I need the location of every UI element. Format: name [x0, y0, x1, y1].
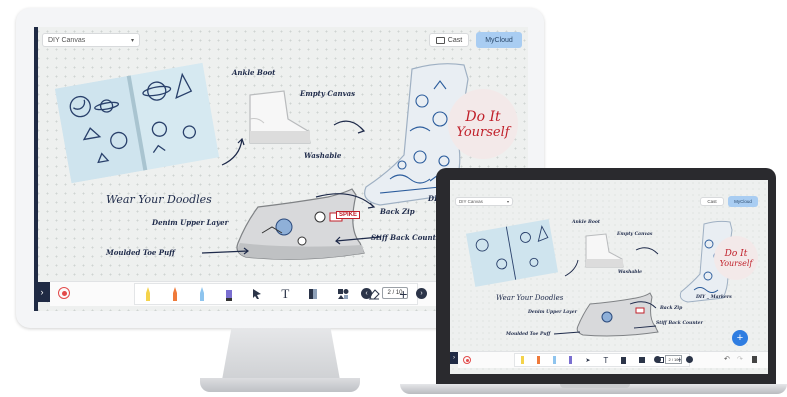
orange-marker-icon[interactable]: [171, 287, 179, 301]
record-icon: [61, 290, 67, 296]
trash-icon[interactable]: [752, 356, 757, 363]
text-icon[interactable]: T: [281, 286, 289, 302]
record-button[interactable]: [58, 287, 70, 299]
pointer-icon[interactable]: [252, 288, 262, 300]
chevron-right-icon: ›: [40, 287, 44, 297]
undo-icon[interactable]: ↶: [724, 355, 730, 363]
laptop-screen: DIY Canvas ▾ Cast MyCloud Do It Yourself…: [450, 180, 768, 374]
laptop-toolbar: ➤ T + 2 / 10 ↶ ↷: [458, 351, 768, 368]
chevron-right-icon: ›: [453, 355, 455, 361]
notes-icon[interactable]: [621, 356, 627, 364]
blue-marker-icon[interactable]: [198, 287, 206, 301]
laptop-toolbar-tools: ➤ T +: [514, 353, 690, 367]
page-indicator: 2 / 10: [382, 287, 408, 299]
prev-page-icon[interactable]: ‹: [361, 288, 372, 299]
yellow-marker-icon[interactable]: [521, 356, 525, 364]
purple-marker-icon[interactable]: [569, 356, 573, 364]
yellow-marker-icon[interactable]: [144, 287, 152, 301]
laptop-page-indicator: 2 / 10: [665, 355, 682, 364]
record-icon: [465, 358, 469, 362]
laptop-record-button[interactable]: [463, 356, 471, 364]
notes-icon[interactable]: [308, 288, 318, 300]
laptop-notch: [560, 384, 630, 388]
expand-sidebar-button[interactable]: ›: [34, 282, 50, 302]
laptop-arrows-overlay: [553, 247, 659, 335]
toolbar-tools: T +: [134, 283, 418, 305]
laptop-next-page-icon[interactable]: [686, 356, 693, 363]
laptop-fab-button[interactable]: +: [732, 330, 748, 346]
redo-icon[interactable]: ↷: [737, 355, 743, 363]
shapes-icon[interactable]: [639, 357, 646, 363]
monitor-stand-foot: [200, 378, 360, 392]
purple-marker-icon[interactable]: [225, 287, 233, 301]
text-icon[interactable]: T: [603, 356, 608, 365]
orange-marker-icon[interactable]: [537, 356, 541, 364]
blue-marker-icon[interactable]: [553, 356, 557, 364]
laptop-prev-page-icon[interactable]: [654, 356, 661, 363]
monitor-stand-neck: [222, 328, 340, 380]
pointer-icon[interactable]: ➤: [585, 357, 590, 364]
page-indicator-text: 2 / 10: [387, 290, 403, 296]
next-page-icon[interactable]: ›: [416, 288, 427, 299]
shapes-icon[interactable]: [337, 288, 349, 300]
left-sidebar: [34, 27, 38, 311]
laptop-expand-sidebar-button[interactable]: ›: [450, 352, 458, 364]
laptop-page-indicator-text: 2 / 10: [668, 357, 679, 362]
add-icon: +: [736, 332, 744, 344]
